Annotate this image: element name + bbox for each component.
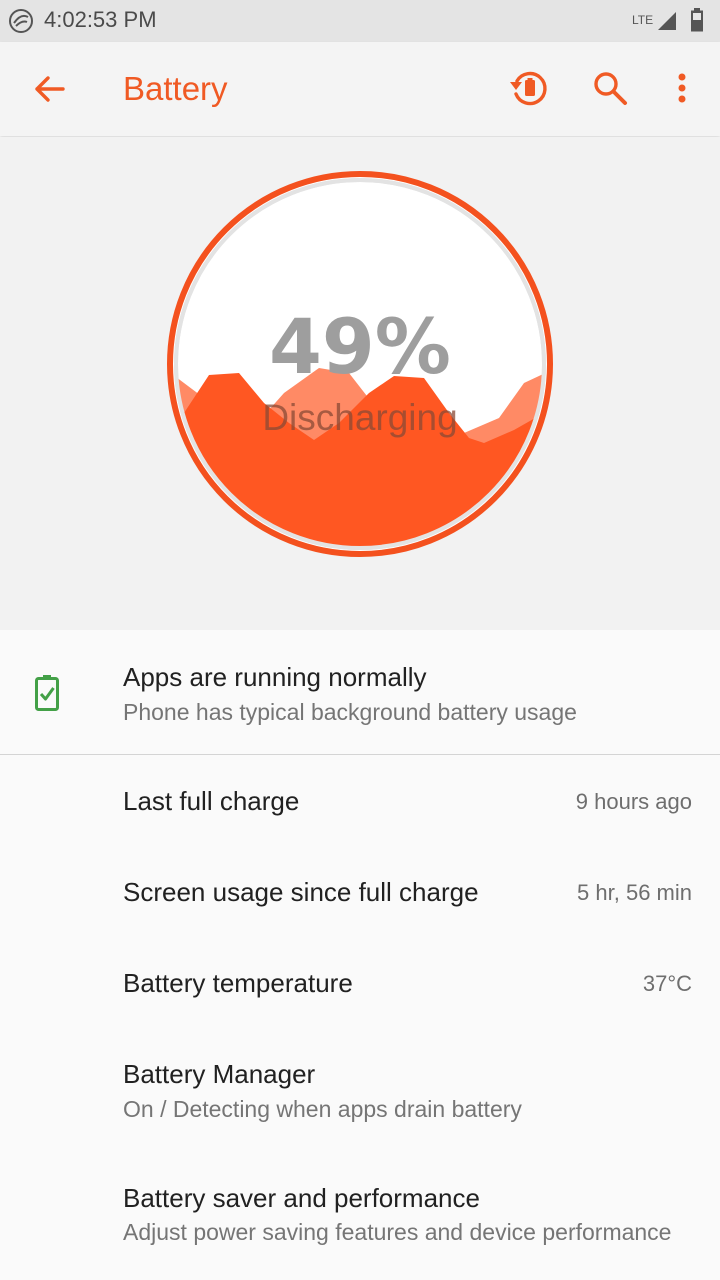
row-subtitle: On / Detecting when apps drain battery: [123, 1096, 522, 1122]
row-subtitle: Adjust power saving features and device …: [123, 1219, 672, 1245]
row-value: 9 hours ago: [575, 789, 692, 814]
page-title: Battery: [123, 70, 228, 107]
screen-usage-row[interactable]: Screen usage since full charge 5 hr, 56 …: [0, 846, 720, 937]
battery-check-icon: [35, 675, 59, 711]
search-icon[interactable]: [590, 68, 630, 108]
signal-icon: [658, 12, 676, 30]
battery-status-icon: [691, 8, 703, 32]
row-title: Last full charge: [123, 786, 300, 816]
battery-state: Discharging: [262, 397, 457, 438]
battery-hero: 49% Discharging: [0, 137, 720, 630]
history-icon[interactable]: [508, 68, 548, 108]
apps-status-card[interactable]: Apps are running normally Phone has typi…: [0, 630, 720, 755]
battery-temperature-row[interactable]: Battery temperature 37°C: [0, 937, 720, 1028]
battery-saver-row[interactable]: Battery saver and performance Adjust pow…: [0, 1152, 720, 1280]
apps-status-subtitle: Phone has typical background battery usa…: [123, 699, 577, 725]
network-type-label: LTE: [632, 13, 654, 27]
more-vert-icon[interactable]: [662, 68, 702, 108]
battery-manager-row[interactable]: Battery Manager On / Detecting when apps…: [0, 1028, 720, 1152]
row-title: Battery temperature: [123, 968, 353, 998]
battery-percent: 49%: [269, 302, 451, 391]
row-title: Screen usage since full charge: [123, 877, 479, 907]
row-title: Battery saver and performance: [123, 1183, 480, 1213]
status-time: 4:02:53 PM: [44, 7, 157, 32]
row-value: 37°C: [642, 971, 692, 996]
app-notification-icon: [9, 9, 33, 33]
row-value: 5 hr, 56 min: [577, 880, 692, 905]
last-full-charge-row[interactable]: Last full charge 9 hours ago: [0, 756, 720, 846]
apps-status-title: Apps are running normally: [123, 662, 427, 692]
back-arrow-icon[interactable]: [30, 70, 68, 108]
app-bar: Battery: [0, 42, 720, 136]
row-title: Battery Manager: [123, 1059, 316, 1089]
battery-gauge: 49% Discharging: [167, 171, 553, 557]
status-bar: 4:02:53 PM LTE: [0, 0, 720, 42]
